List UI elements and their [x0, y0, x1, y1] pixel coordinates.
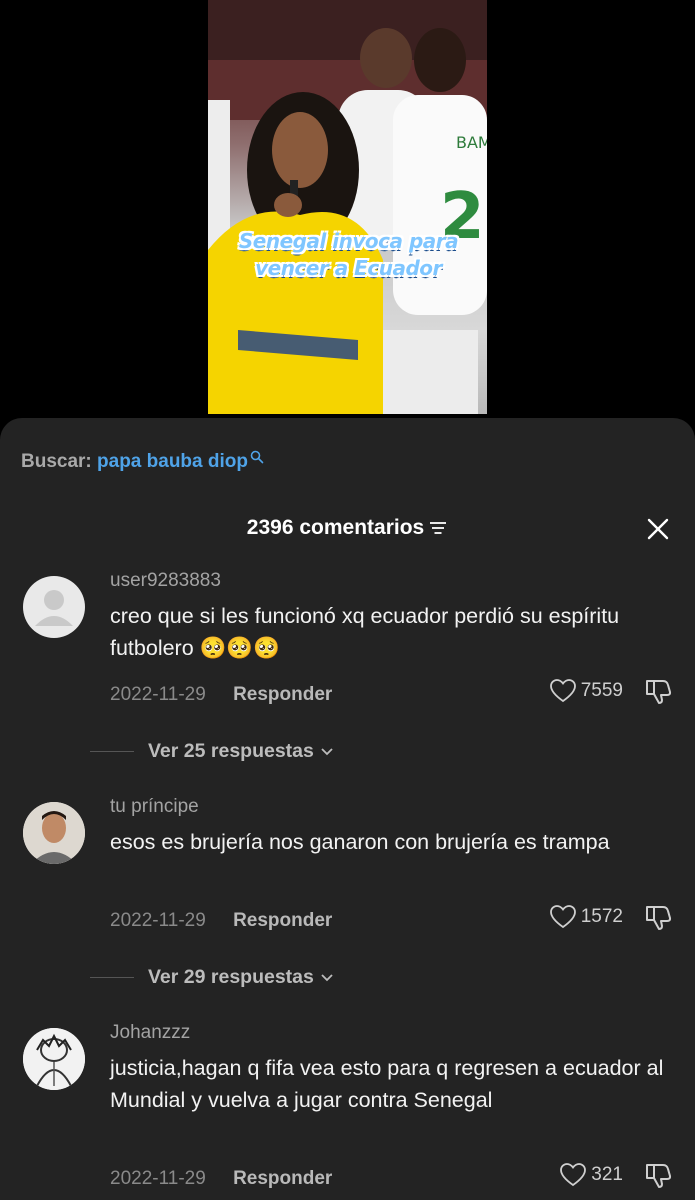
avatar[interactable]	[23, 1028, 85, 1090]
search-query-link[interactable]: papa bauba diop	[97, 451, 248, 472]
heart-icon	[549, 679, 576, 703]
comment-date: 2022-11-29	[110, 910, 206, 931]
dislike-icon[interactable]	[643, 1160, 673, 1190]
search-icon[interactable]	[250, 450, 264, 464]
search-suggestion[interactable]: Buscar: papa bauba diop	[21, 450, 264, 473]
like-count: 321	[591, 1164, 623, 1185]
comment-text: justicia,hagan q fifa vea esto para q re…	[110, 1056, 664, 1112]
replies-divider	[90, 977, 134, 978]
like-button[interactable]: 7559	[549, 678, 623, 704]
video-caption: Senegal invoca para vencer a Ecuador	[238, 229, 459, 280]
like-button[interactable]: 1572	[549, 904, 623, 930]
user-photo	[23, 802, 85, 864]
like-count: 7559	[580, 680, 623, 701]
chevron-down-icon	[321, 973, 333, 981]
reply-button[interactable]: Responder	[233, 910, 332, 931]
replies-divider	[90, 751, 134, 752]
chevron-down-icon	[321, 747, 333, 755]
heart-icon	[560, 1163, 587, 1187]
like-count: 1572	[580, 906, 623, 927]
like-button[interactable]: 321	[559, 1162, 623, 1188]
comment-count: 2396 comentarios	[246, 516, 425, 539]
comment-meta: 2022-11-29 Responder	[110, 684, 332, 706]
replies-label: Ver 25 respuestas	[148, 740, 314, 762]
comment-date: 2022-11-29	[110, 1168, 206, 1189]
sort-icon[interactable]	[428, 520, 448, 536]
video-area[interactable]: BAMB 2 Senegal invoca para vencer a Ecua…	[0, 0, 695, 420]
comment-username[interactable]: tu príncipe	[110, 796, 199, 818]
comment-username[interactable]: user9283883	[110, 570, 221, 592]
comments-header: 2396 comentarios	[0, 516, 695, 540]
comment-username[interactable]: Johanzzz	[110, 1022, 190, 1044]
jersey-text: BAMB	[456, 133, 487, 152]
comment-text: creo que si les funcionó xq ecuador perd…	[110, 604, 620, 660]
view-replies-button[interactable]: Ver 25 respuestas	[90, 740, 334, 763]
reply-button[interactable]: Responder	[233, 684, 332, 705]
comment-meta: 2022-11-29 Responder	[110, 1168, 332, 1190]
reply-button[interactable]: Responder	[233, 1168, 332, 1189]
heart-icon	[549, 905, 576, 929]
comments-panel: Buscar: papa bauba diop 2396 comentarios…	[0, 418, 695, 1200]
video-illustration: BAMB 2	[208, 0, 487, 414]
default-avatar-icon	[35, 590, 73, 626]
view-replies-button[interactable]: Ver 29 respuestas	[90, 966, 334, 989]
close-icon[interactable]	[647, 518, 669, 540]
avatar[interactable]	[23, 576, 85, 638]
dislike-icon[interactable]	[643, 902, 673, 932]
comment-meta: 2022-11-29 Responder	[110, 910, 332, 932]
dislike-icon[interactable]	[643, 676, 673, 706]
replies-label: Ver 29 respuestas	[148, 966, 314, 988]
search-label: Buscar:	[21, 451, 92, 472]
comment-date: 2022-11-29	[110, 684, 206, 705]
video-thumbnail[interactable]: BAMB 2 Senegal invoca para vencer a Ecua…	[208, 0, 487, 414]
avatar[interactable]	[23, 802, 85, 864]
comment-text: esos es brujería nos ganaron con brujerí…	[110, 830, 610, 854]
user-drawing	[23, 1028, 85, 1090]
